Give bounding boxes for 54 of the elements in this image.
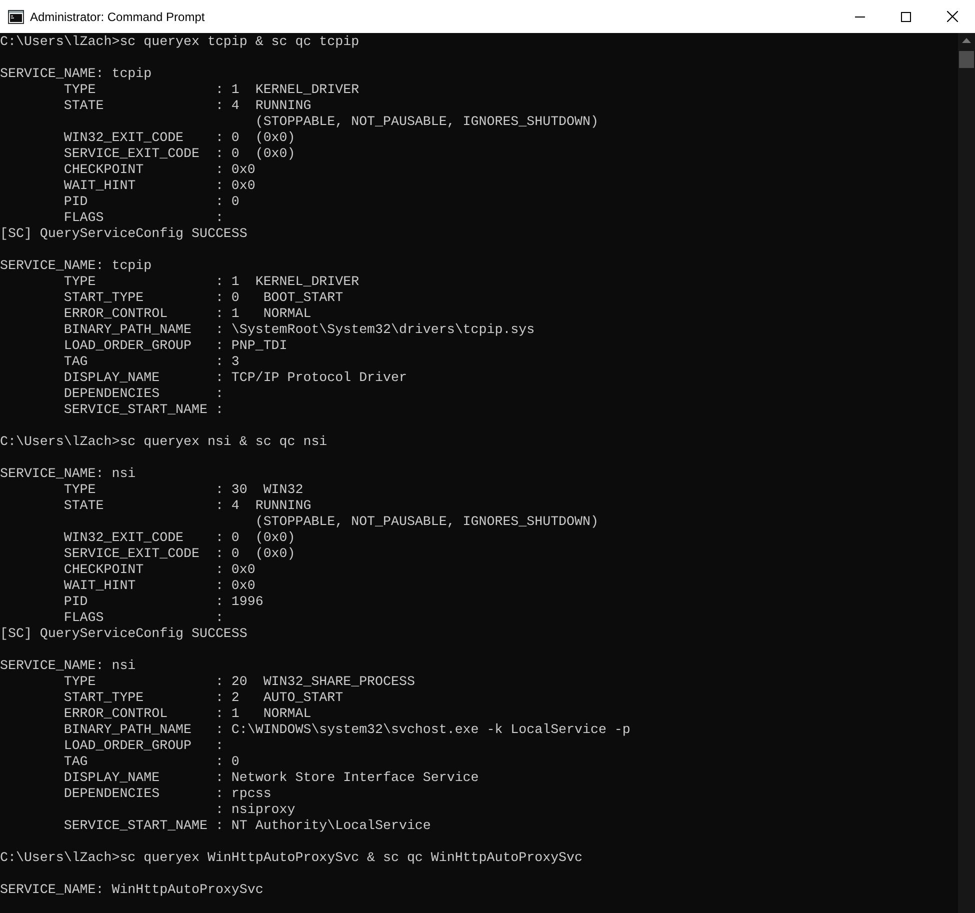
- console-line: TAG : 3: [62, 354, 240, 370]
- close-icon: [946, 11, 958, 22]
- console-line: SERVICE_NAME: nsi: [0, 466, 137, 482]
- console-line: STATE : 4 RUNNING: [62, 498, 312, 514]
- console-line: WIN32_EXIT_CODE : 0 (0x0): [62, 130, 296, 146]
- console-line: SERVICE_EXIT_CODE : 0 (0x0): [62, 146, 296, 162]
- console-line: BINARY_PATH_NAME : \SystemRoot\System32\drivers\tcpip.sys: [62, 322, 536, 338]
- scroll-thumb[interactable]: [959, 51, 974, 68]
- console-line: TYPE : 20 WIN32_SHARE_PROCESS: [62, 674, 416, 690]
- console-line: TYPE : 1 KERNEL_DRIVER: [62, 274, 360, 290]
- console-line: SERVICE_NAME: WinHttpAutoProxySvc: [0, 882, 264, 898]
- console-line: SERVICE_NAME: tcpip: [0, 258, 153, 274]
- console-line: (STOPPABLE, NOT_PAUSABLE, IGNORES_SHUTDOWN): [254, 114, 600, 130]
- console-line: ERROR_CONTROL : 1 NORMAL: [62, 306, 312, 322]
- console-line: ERROR_CONTROL : 1 NORMAL: [62, 706, 312, 722]
- console-line: C:\Users\lZach>sc queryex tcpip & sc qc tcpip: [0, 34, 360, 50]
- console-line: PID : 0: [62, 194, 240, 210]
- console-line: SERVICE_NAME: nsi: [0, 658, 137, 674]
- console-line: START_TYPE : 2 AUTO_START: [62, 690, 344, 706]
- console-line: CHECKPOINT : 0x0: [62, 562, 256, 578]
- console-line: WAIT_HINT : 0x0: [62, 178, 256, 194]
- console-line: LOAD_ORDER_GROUP :: [62, 738, 224, 754]
- console-line: START_TYPE : 0 BOOT_START: [62, 290, 344, 306]
- console-line: DEPENDENCIES : rpcss: [62, 786, 272, 802]
- console-line: FLAGS :: [62, 210, 224, 226]
- scroll-up-arrow-icon[interactable]: [962, 38, 971, 43]
- console-line: (STOPPABLE, NOT_PAUSABLE, IGNORES_SHUTDOWN): [254, 514, 600, 530]
- console-line: SERVICE_NAME: tcpip: [0, 66, 153, 82]
- console-line: C:\Users\lZach>sc queryex nsi & sc qc nsi: [0, 434, 328, 450]
- scrollbar[interactable]: [958, 33, 975, 913]
- console-line: : nsiproxy: [214, 802, 296, 818]
- maximize-icon: [901, 12, 911, 22]
- console-line: [SC] QueryServiceConfig SUCCESS: [0, 626, 248, 642]
- console-line: PID : 1996: [62, 594, 264, 610]
- console-line: SERVICE_START_NAME :: [62, 402, 224, 418]
- console-line: DEPENDENCIES :: [62, 386, 224, 402]
- console-line: TYPE : 1 KERNEL_DRIVER: [62, 82, 360, 98]
- console-line: C:\Users\lZach>sc queryex WinHttpAutoProxySvc & sc qc WinHttpAutoProxySvc: [0, 850, 584, 866]
- console-line: DISPLAY_NAME : Network Store Interface Service: [62, 770, 480, 786]
- window-title: Administrator: Command Prompt: [30, 8, 205, 26]
- console-line: LOAD_ORDER_GROUP : PNP_TDI: [62, 338, 288, 354]
- console-app-icon: [8, 10, 24, 24]
- console-line: TYPE : 30 WIN32: [62, 482, 304, 498]
- console-line: WAIT_HINT : 0x0: [62, 578, 256, 594]
- console-line: FLAGS :: [62, 610, 224, 626]
- console-line: SERVICE_EXIT_CODE : 0 (0x0): [62, 546, 296, 562]
- console-line: WIN32_EXIT_CODE : 0 (0x0): [62, 530, 296, 546]
- console-line: BINARY_PATH_NAME : C:\WINDOWS\system32\svchost.exe -k LocalService -p: [62, 722, 632, 738]
- console-line: CHECKPOINT : 0x0: [62, 162, 256, 178]
- console-line: TAG : 0: [62, 754, 240, 770]
- console-line: [SC] QueryServiceConfig SUCCESS: [0, 226, 248, 242]
- console-line: DISPLAY_NAME : TCP/IP Protocol Driver: [62, 370, 408, 386]
- console-line: SERVICE_START_NAME : NT Authority\LocalService: [62, 818, 432, 834]
- console-line: STATE : 4 RUNNING: [62, 98, 312, 114]
